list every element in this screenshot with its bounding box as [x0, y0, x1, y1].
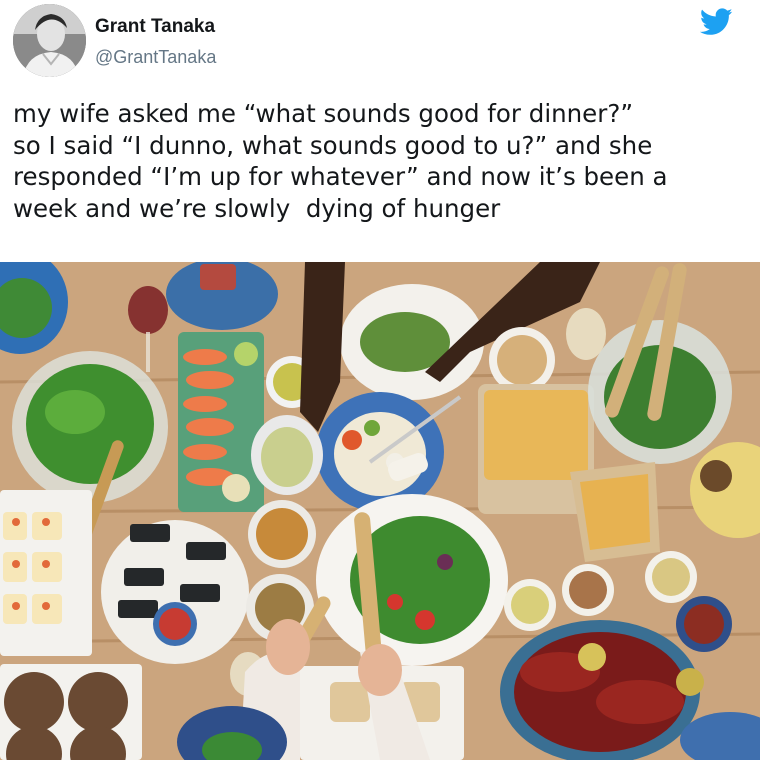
- dinner-spread-illustration: [0, 262, 760, 760]
- tweet-text: my wife asked me “what sounds good for d…: [13, 99, 668, 223]
- author-handle[interactable]: @GrantTanaka: [95, 47, 216, 68]
- dinner-table-photo: [0, 262, 760, 760]
- author-avatar[interactable]: [13, 4, 86, 77]
- author-name[interactable]: Grant Tanaka: [95, 16, 215, 38]
- twitter-bird-icon: [700, 8, 733, 36]
- avatar-portrait: [13, 4, 86, 77]
- tweet-card: Grant Tanaka @GrantTanaka my wife asked …: [0, 0, 760, 262]
